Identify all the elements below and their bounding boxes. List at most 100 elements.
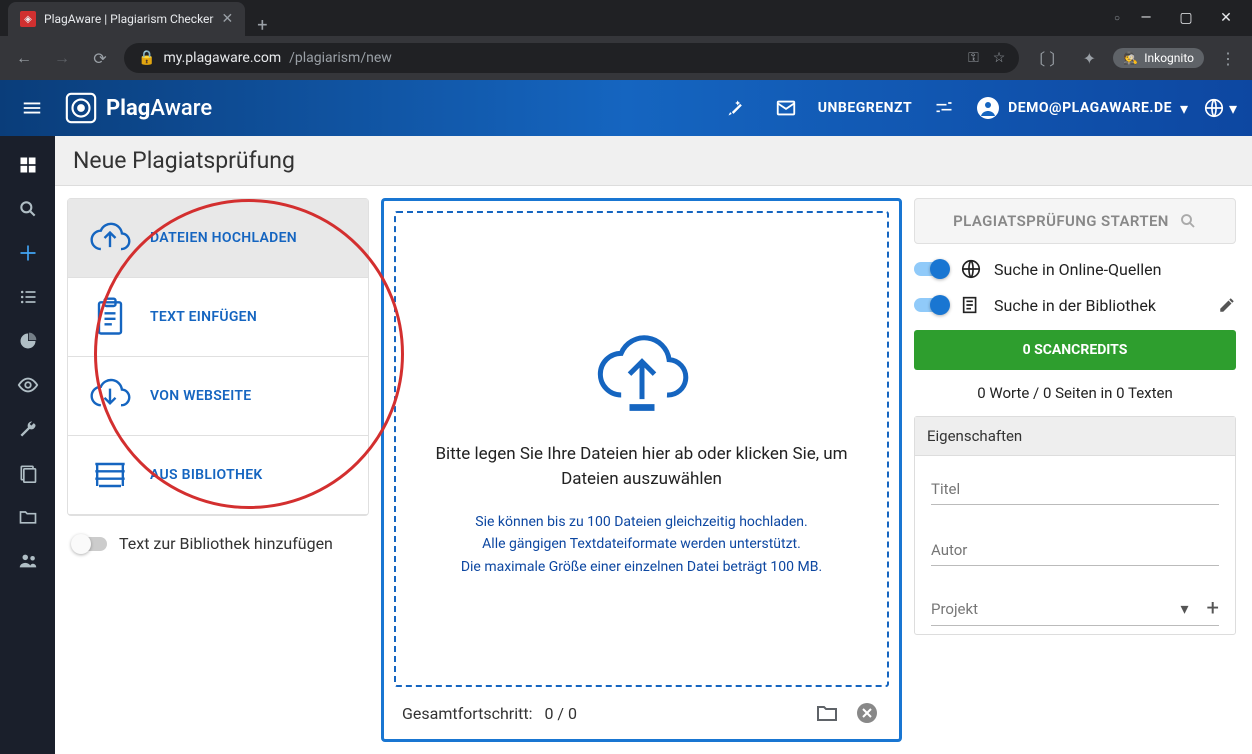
rail-search-icon[interactable]	[8, 192, 48, 226]
language-menu[interactable]: ▾	[1202, 90, 1238, 126]
rail-eye-icon[interactable]	[8, 368, 48, 402]
lock-icon: 🔒	[138, 50, 155, 66]
scancredits-button[interactable]: 0 SCANCREDITS	[914, 330, 1236, 370]
add-to-library-label: Text zur Bibliothek hinzufügen	[119, 534, 333, 553]
method-paste[interactable]: TEXT EINFÜGEN	[68, 278, 368, 357]
browser-chrome: ◈ PlagAware | Plagiarism Checker ✕ + ○ —…	[0, 0, 1252, 80]
reload-button[interactable]: ⟳	[86, 44, 114, 72]
globe-icon	[1203, 97, 1225, 119]
close-window-button[interactable]: ✕	[1212, 4, 1240, 32]
minimize-button[interactable]: —	[1132, 4, 1160, 32]
unlimited-label: UNBEGRENZT	[818, 100, 912, 116]
books-icon	[88, 453, 132, 497]
wand-icon[interactable]	[718, 90, 754, 126]
key-icon[interactable]: ⚿	[968, 50, 979, 66]
upload-cloud-icon	[88, 216, 132, 260]
chevron-down-icon: ▾	[1180, 99, 1188, 118]
clipboard-icon	[88, 295, 132, 339]
cancel-icon[interactable]	[853, 699, 881, 727]
globe-icon	[960, 258, 982, 280]
project-label: Projekt	[931, 600, 1170, 618]
method-upload[interactable]: DATEIEN HOCHLADEN	[68, 199, 368, 278]
rail-wrench-icon[interactable]	[8, 412, 48, 446]
tab-bar: ◈ PlagAware | Plagiarism Checker ✕ + ○ —…	[0, 0, 1252, 36]
title-field[interactable]	[931, 474, 1219, 505]
logo-text-a: Plag	[106, 96, 150, 121]
add-to-library-toggle[interactable]	[73, 537, 107, 551]
dropzone-info-3: Die maximale Größe einer einzelnen Datei…	[461, 556, 822, 578]
maximize-button[interactable]: ▢	[1172, 4, 1200, 32]
start-label: PLAGIATSPRÜFUNG STARTEN	[953, 212, 1169, 230]
back-button[interactable]: ←	[10, 44, 38, 72]
option-label: Suche in Online-Quellen	[994, 260, 1161, 279]
start-check-button[interactable]: PLAGIATSPRÜFUNG STARTEN	[914, 198, 1236, 244]
close-tab-icon[interactable]: ✕	[221, 11, 233, 27]
rail-add-icon[interactable]	[8, 236, 48, 270]
dropdown-icon[interactable]: ▾	[1180, 599, 1188, 618]
download-cloud-icon	[88, 374, 132, 418]
browser-menu-icon[interactable]: ⋮	[1214, 44, 1242, 72]
tab-title: PlagAware | Plagiarism Checker	[44, 12, 213, 26]
folder-open-icon[interactable]	[813, 699, 841, 727]
method-website[interactable]: VON WEBSEITE	[68, 357, 368, 436]
user-menu[interactable]: DEMO@PLAGAWARE.DE ▾	[976, 96, 1188, 120]
method-library[interactable]: AUS BIBLIOTHEK	[68, 436, 368, 515]
window-controls: ○ — ▢ ✕	[1102, 0, 1252, 36]
address-bar: ← → ⟳ 🔒 my.plagaware.com/plagiarism/new …	[0, 36, 1252, 80]
star-icon[interactable]: ☆	[993, 50, 1006, 66]
toggle-library[interactable]	[914, 298, 948, 312]
rail-list-icon[interactable]	[8, 280, 48, 314]
edit-icon[interactable]	[1218, 296, 1236, 314]
logo-text-b: Aware	[150, 96, 212, 121]
properties-header: Eigenschaften	[915, 417, 1235, 456]
logo[interactable]: PlagAware	[64, 91, 212, 125]
circle-icon[interactable]: ○	[1114, 13, 1120, 24]
mail-icon[interactable]	[768, 90, 804, 126]
method-column: DATEIEN HOCHLADEN TEXT EINFÜGEN VON WEBS…	[67, 198, 369, 742]
user-email: DEMO@PLAGAWARE.DE	[1008, 100, 1172, 116]
library-icon	[960, 294, 982, 316]
search-icon	[1179, 212, 1197, 230]
rail-dashboard-icon[interactable]	[8, 148, 48, 182]
dropzone-info-2: Alle gängigen Textdateiformate werden un…	[461, 533, 822, 555]
rail-pie-icon[interactable]	[8, 324, 48, 358]
favicon: ◈	[20, 11, 36, 27]
menu-icon[interactable]	[14, 90, 50, 126]
stats-line: 0 Worte / 0 Seiten in 0 Texten	[914, 384, 1236, 402]
option-online-sources: Suche in Online-Quellen	[914, 258, 1236, 280]
project-select-row: Projekt ▾ +	[931, 596, 1219, 626]
logo-icon	[64, 91, 98, 125]
method-label: AUS BIBLIOTHEK	[150, 467, 263, 483]
upload-panel: Bitte legen Sie Ihre Dateien hier ab ode…	[381, 198, 902, 742]
forward-button[interactable]: →	[48, 44, 76, 72]
content: Neue Plagiatsprüfung DATEIEN HOCHLADEN	[55, 136, 1252, 754]
cloud-upload-icon	[587, 320, 697, 420]
author-field[interactable]	[931, 535, 1219, 566]
toggle-online[interactable]	[914, 262, 948, 276]
incognito-badge[interactable]: 🕵 Inkognito	[1113, 48, 1204, 68]
rail-users-icon[interactable]	[8, 544, 48, 578]
new-tab-button[interactable]: +	[245, 15, 279, 36]
rail-library-icon[interactable]	[8, 456, 48, 490]
app-body: Neue Plagiatsprüfung DATEIEN HOCHLADEN	[0, 136, 1252, 754]
bracket-icon[interactable]: 〔 〕	[1029, 46, 1065, 70]
url-host: my.plagaware.com	[163, 50, 281, 66]
rail-folder-icon[interactable]	[8, 500, 48, 534]
add-project-button[interactable]: +	[1199, 596, 1219, 621]
extensions-icon[interactable]: ✦	[1075, 44, 1103, 72]
tune-icon[interactable]	[926, 90, 962, 126]
avatar-icon	[976, 96, 1000, 120]
dropzone-info-1: Sie können bis zu 100 Dateien gleichzeit…	[461, 511, 822, 533]
url-path: /plagiarism/new	[289, 50, 392, 66]
url-field[interactable]: 🔒 my.plagaware.com/plagiarism/new ⚿ ☆	[124, 43, 1019, 73]
browser-tab[interactable]: ◈ PlagAware | Plagiarism Checker ✕	[8, 2, 245, 36]
option-library: Suche in der Bibliothek	[914, 294, 1236, 316]
dropzone-main-text: Bitte legen Sie Ihre Dateien hier ab ode…	[426, 442, 857, 493]
add-to-library-row: Text zur Bibliothek hinzufügen	[67, 516, 369, 571]
app-header: PlagAware UNBEGRENZT DEMO@PLAGAWARE.DE ▾…	[0, 80, 1252, 136]
progress-row: Gesamtfortschritt: 0 / 0	[394, 687, 889, 729]
option-label: Suche in der Bibliothek	[994, 296, 1156, 315]
dropzone[interactable]: Bitte legen Sie Ihre Dateien hier ab ode…	[394, 211, 889, 687]
method-label: VON WEBSEITE	[150, 388, 251, 404]
incognito-label: Inkognito	[1144, 51, 1194, 65]
